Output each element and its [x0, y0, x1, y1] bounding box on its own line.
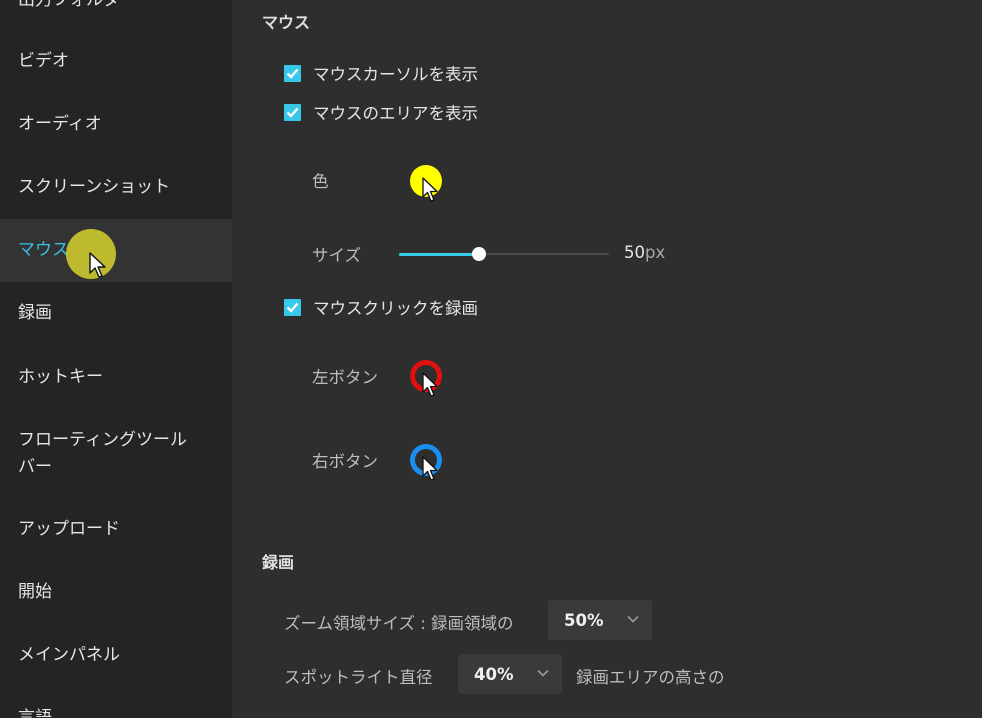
zoom-size-value: 50%: [564, 610, 604, 630]
slider-fill: [399, 253, 479, 256]
left-button-label: 左ボタン: [312, 368, 378, 387]
mouse-section-title: マウス: [262, 13, 311, 32]
sidebar-item-output-folder[interactable]: 出力フォルダ: [0, 0, 232, 13]
record-clicks-row: マウスクリックを録画: [284, 296, 478, 318]
cursor-arrow-icon: [422, 456, 438, 481]
check-icon: [286, 68, 299, 79]
size-value-readout: 50px: [624, 243, 665, 262]
cursor-arrow-icon: [89, 252, 106, 278]
left-button-color-picker[interactable]: [410, 360, 444, 400]
zoom-size-label: ズーム領域サイズ : 録画領域の: [284, 614, 514, 633]
show-cursor-row: マウスカーソルを表示: [284, 62, 478, 84]
recording-section-title: 録画: [262, 553, 295, 572]
sidebar-item-hotkeys[interactable]: ホットキー: [0, 364, 232, 390]
sidebar-item-floating-toolbar[interactable]: フローティングツールバー: [0, 427, 200, 481]
sidebar-item-screenshot[interactable]: スクリーンショット: [0, 174, 232, 200]
record-clicks-checkbox[interactable]: [284, 298, 301, 316]
show-area-label: マウスのエリアを表示: [313, 104, 478, 123]
area-color-picker[interactable]: [410, 165, 444, 205]
size-slider[interactable]: [399, 246, 609, 262]
sidebar-item-language[interactable]: 言語: [0, 705, 232, 718]
show-cursor-checkbox[interactable]: [284, 64, 301, 82]
size-label: サイズ: [312, 246, 362, 265]
spotlight-value: 40%: [474, 664, 514, 684]
slider-thumb[interactable]: [472, 247, 486, 261]
cursor-arrow-icon: [422, 372, 438, 397]
show-cursor-label: マウスカーソルを表示: [313, 65, 478, 84]
cursor-arrow-icon: [422, 177, 438, 202]
spotlight-suffix: 録画エリアの高さの: [576, 668, 725, 687]
zoom-size-dropdown[interactable]: 50%: [548, 600, 652, 640]
chevron-down-icon: [627, 615, 639, 623]
sidebar-item-upload[interactable]: アップロード: [0, 516, 232, 542]
record-clicks-label: マウスクリックを録画: [313, 299, 478, 318]
check-icon: [286, 302, 299, 313]
settings-window: 出力フォルダ ビデオ オーディオ スクリーンショット マウス 録画 ホットキー …: [0, 0, 982, 718]
show-area-checkbox[interactable]: [284, 103, 301, 121]
settings-content: マウス マウスカーソルを表示 マウスのエリアを表示 色 サイズ 50px マウス…: [232, 0, 982, 718]
right-button-color-picker[interactable]: [410, 444, 444, 484]
sidebar-item-mouse[interactable]: マウス: [0, 219, 232, 282]
sidebar-item-audio[interactable]: オーディオ: [0, 111, 232, 137]
sidebar-item-start[interactable]: 開始: [0, 579, 232, 605]
right-button-label: 右ボタン: [312, 452, 378, 471]
sidebar-item-video[interactable]: ビデオ: [0, 48, 232, 74]
size-value: 50: [624, 243, 645, 262]
sidebar-item-main-panel[interactable]: メインパネル: [0, 642, 232, 668]
color-label: 色: [312, 172, 329, 191]
spotlight-label: スポットライト直径: [284, 668, 433, 687]
show-area-row: マウスのエリアを表示: [284, 101, 478, 123]
chevron-down-icon: [537, 669, 549, 677]
spotlight-dropdown[interactable]: 40%: [458, 654, 562, 694]
sidebar-item-recording[interactable]: 録画: [0, 300, 232, 326]
check-icon: [286, 107, 299, 118]
size-unit: px: [645, 243, 666, 262]
settings-sidebar: 出力フォルダ ビデオ オーディオ スクリーンショット マウス 録画 ホットキー …: [0, 0, 232, 718]
